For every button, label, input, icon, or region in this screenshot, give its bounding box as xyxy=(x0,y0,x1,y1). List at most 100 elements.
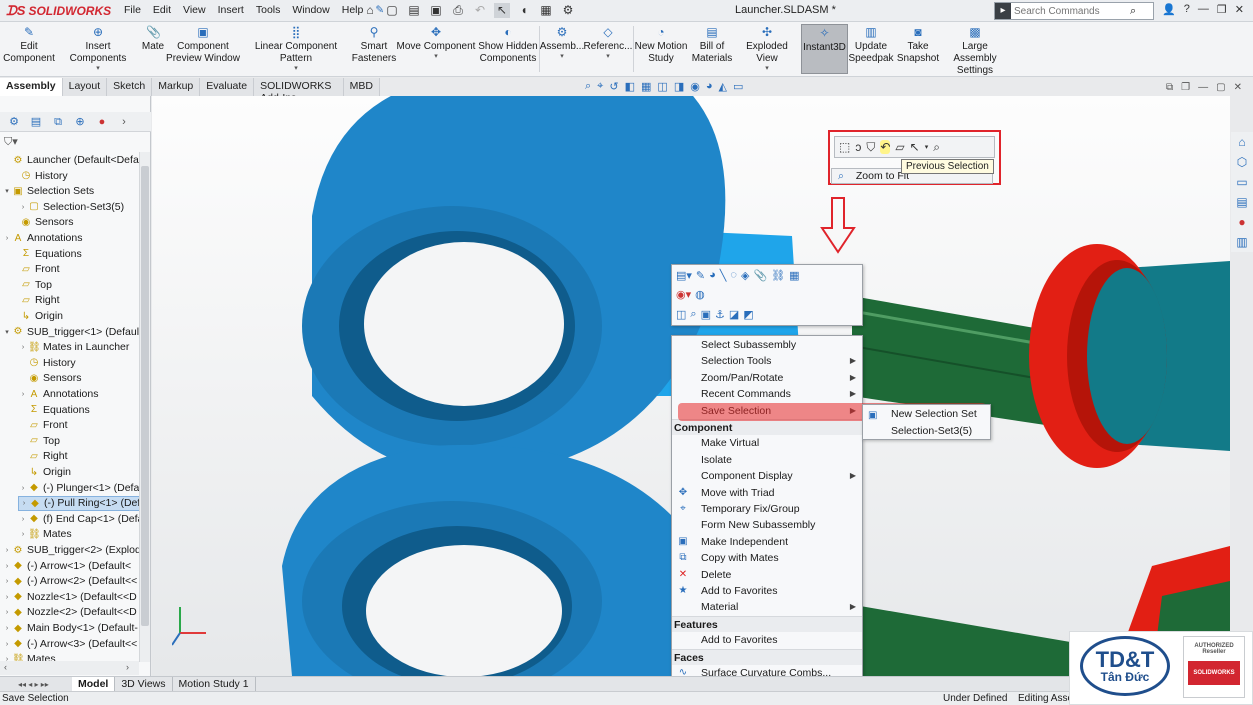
suppress-icon[interactable]: ◍ xyxy=(695,288,705,301)
appearance-dropdown-icon[interactable]: ◉▾ xyxy=(676,288,691,301)
resources-home-icon[interactable]: ⌂ xyxy=(1238,135,1245,149)
previous-view-icon[interactable]: ↺ xyxy=(609,80,618,93)
configuration-manager-tab-icon[interactable]: ⧉ xyxy=(48,114,68,130)
file-properties-icon[interactable]: ▦ xyxy=(538,3,554,18)
select-other-icon[interactable]: ▱ xyxy=(895,140,904,154)
context-menu-item[interactable]: Zoom/Pan/Rotate ▶ xyxy=(672,370,862,386)
edit-component-button[interactable]: ✎ Edit Component xyxy=(3,25,55,65)
view-palette-icon[interactable]: ▤ xyxy=(1236,195,1247,209)
dimxpert-tab-icon[interactable]: ⊕ xyxy=(70,114,90,130)
tree-node[interactable]: › ◆ (-) Arrow<2> (Default<< xyxy=(2,574,137,589)
context-menu-item[interactable]: Select Subassembly xyxy=(672,337,862,353)
select-icon[interactable]: ↖ xyxy=(494,3,510,18)
search-input[interactable] xyxy=(1014,5,1130,17)
zoom-to-selection-icon[interactable]: ◫ xyxy=(676,308,686,321)
open-icon[interactable]: ▤ xyxy=(406,3,422,18)
dynamic-annotation-icon[interactable]: ▦ xyxy=(641,80,651,93)
tree-horizontal-scrollbar[interactable]: ‹ › xyxy=(0,661,139,675)
undo-icon[interactable]: ↶ xyxy=(472,3,488,18)
close-icon[interactable]: ✕ xyxy=(1235,3,1244,16)
tree-toggle[interactable]: › xyxy=(18,340,28,355)
tree-node[interactable]: › A Annotations xyxy=(2,231,83,246)
help-icon[interactable]: ? xyxy=(1184,3,1190,16)
bill-of-materials-button[interactable]: ▤ Bill of Materials xyxy=(690,25,734,65)
edit-appearance-icon[interactable]: ◕ xyxy=(706,80,713,93)
feature-manager-tab-icon[interactable]: ⚙ xyxy=(4,114,24,130)
edit-sketch-icon[interactable]: ╲ xyxy=(720,269,727,282)
tree-node[interactable]: Σ Equations xyxy=(18,403,90,418)
tree-toggle[interactable]: › xyxy=(2,543,12,558)
edit-part-icon[interactable]: ✎ xyxy=(696,269,705,282)
menu-insert[interactable]: Insert xyxy=(212,4,250,16)
design-library-icon[interactable]: ⬡ xyxy=(1237,155,1247,169)
apply-scene-icon[interactable]: ◭ xyxy=(718,80,726,93)
tree-node[interactable]: › ⚙ SUB_trigger<2> (Explod xyxy=(2,543,139,558)
restore-icon[interactable]: ❐ xyxy=(1217,3,1227,16)
view-orientation-icon[interactable]: ◫ xyxy=(657,80,667,93)
mate-button[interactable]: 📎 Mate xyxy=(140,25,166,53)
tree-toggle[interactable]: › xyxy=(18,481,28,496)
tab-motion-study[interactable]: Motion Study 1 xyxy=(173,676,256,692)
context-menu-item[interactable]: Material ▶ xyxy=(672,599,862,615)
context-menu-item[interactable]: ⧉ Copy with Mates xyxy=(672,550,862,566)
tab-addins[interactable]: SOLIDWORKS Add-Ins xyxy=(254,78,344,104)
context-menu-item[interactable]: ✥ Move with Triad xyxy=(672,485,862,501)
context-menu-item[interactable]: ⌖ Temporary Fix/Group xyxy=(672,501,862,517)
context-menu-item[interactable]: Form New Subassembly xyxy=(672,517,862,533)
select-tangency-icon[interactable]: ⛉ xyxy=(866,140,875,155)
new-motion-study-button[interactable]: ◔ New Motion Study xyxy=(634,25,688,65)
tree-node[interactable]: › ⛓ Mates in Launcher xyxy=(18,340,130,355)
view-settings-icon[interactable]: ▭ xyxy=(733,80,743,93)
context-menu-item[interactable]: Recent Commands ▶ xyxy=(672,386,862,402)
normal-to-icon[interactable]: ▣ xyxy=(701,308,711,321)
new-selection-set-item[interactable]: ▣ New Selection Set xyxy=(863,406,990,422)
zoom-icon[interactable]: ⌕ xyxy=(690,308,696,321)
context-menu-item[interactable]: Add to Favorites xyxy=(672,632,862,648)
menu-file[interactable]: File xyxy=(118,4,147,16)
tree-node[interactable]: ▾ ⚙ SUB_trigger<1> (Default xyxy=(2,325,139,340)
tree-filter-icon[interactable]: ⛉▾ xyxy=(4,135,18,149)
tab-layout[interactable]: Layout xyxy=(62,78,108,96)
tree-node[interactable]: ⚙ Launcher (Default<Default_ xyxy=(2,153,139,168)
tree-toggle[interactable]: › xyxy=(2,605,12,620)
selection-set3-item[interactable]: Selection-Set3(5) xyxy=(863,423,990,439)
print-icon[interactable]: ⎙ xyxy=(450,3,466,18)
tree-toggle[interactable]: ▾ xyxy=(2,184,12,199)
search-commands[interactable]: ▸ ⌕ xyxy=(994,2,1154,20)
tree-node[interactable]: › ◆ (-) Arrow<1> (Default< xyxy=(2,559,131,574)
zoom-area-icon[interactable]: ⌖ xyxy=(597,80,603,93)
tab-markup[interactable]: Markup xyxy=(152,78,201,96)
tab-mbd[interactable]: MBD xyxy=(343,78,380,96)
exploded-view-button[interactable]: ✣ Exploded View ▾ xyxy=(736,25,798,73)
tree-node[interactable]: › ◆ (-) Pull Ring<1> (Def xyxy=(18,496,139,512)
viewport-tile-icon[interactable]: ⧉ xyxy=(1166,82,1173,93)
tree-node[interactable]: › A Annotations xyxy=(18,387,99,402)
lasso-select-icon[interactable]: ↄ xyxy=(855,140,861,154)
tree-toggle[interactable]: › xyxy=(18,200,28,215)
display-manager-tab-icon[interactable]: ● xyxy=(92,114,112,130)
tab-assembly[interactable]: Assembly xyxy=(0,78,63,96)
tree-toggle[interactable]: ▾ xyxy=(2,325,12,340)
tree-node[interactable]: › ⛓ Mates xyxy=(18,527,72,542)
smart-fasteners-button[interactable]: ⚲ Smart Fasteners xyxy=(352,25,396,65)
tree-toggle[interactable]: › xyxy=(18,512,28,527)
transparency-icon[interactable]: ◈ xyxy=(741,269,749,282)
tree-node[interactable]: › ◆ Nozzle<2> (Default<<D xyxy=(2,605,137,620)
context-menu-item[interactable]: Make Virtual xyxy=(672,435,862,451)
file-explorer-icon[interactable]: ▭ xyxy=(1236,175,1247,189)
tab-sketch[interactable]: Sketch xyxy=(107,78,153,96)
search-icon[interactable]: ⌕ xyxy=(1130,5,1136,18)
tree-node[interactable]: ◉ Sensors xyxy=(18,371,82,386)
zoom-fit-icon[interactable]: ⌕ xyxy=(585,80,591,93)
viewport-close-icon[interactable]: ✕ xyxy=(1234,82,1242,93)
appearances-icon[interactable]: ● xyxy=(1238,215,1245,229)
save-icon[interactable]: ▣ xyxy=(428,3,444,18)
magnified-selection-icon[interactable]: ⌕ xyxy=(933,140,940,155)
tree-node[interactable]: › ◆ (f) End Cap<1> (Defa xyxy=(18,512,139,527)
tree-toggle[interactable]: › xyxy=(18,387,28,402)
tree-node[interactable]: › ◆ Main Body<1> (Default- xyxy=(2,621,138,636)
context-menu-item[interactable]: ★ Add to Favorites xyxy=(672,583,862,599)
tab-3d-views[interactable]: 3D Views xyxy=(115,676,173,692)
context-menu-item[interactable]: Isolate xyxy=(672,452,862,468)
viewport-maximize-icon[interactable]: ▢ xyxy=(1216,82,1225,93)
